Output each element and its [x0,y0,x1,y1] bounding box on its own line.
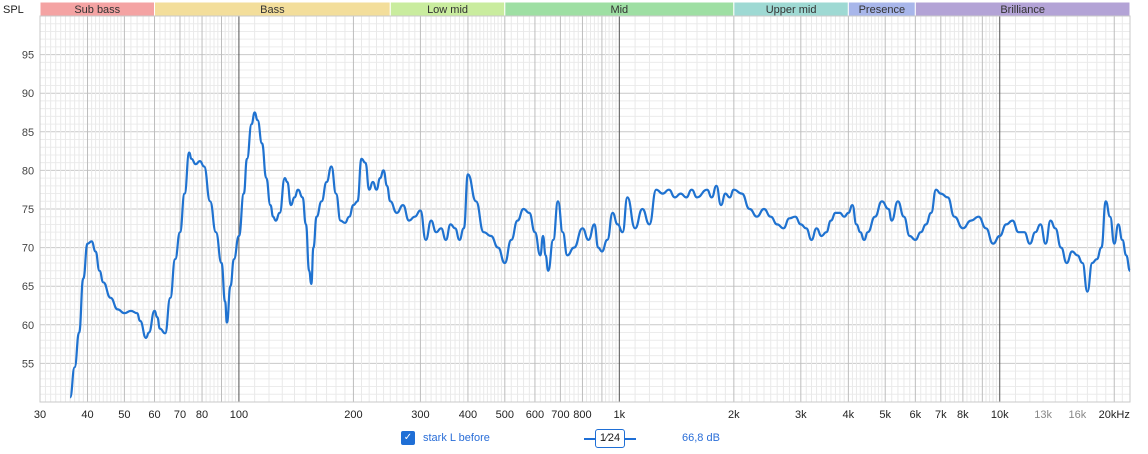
band-label: Brilliance [1000,4,1045,16]
grid [39,15,1131,403]
x-tick-label: 30 [34,409,46,421]
chart-footer: ✓ stark L before 1⁄24 66,8 dB [0,426,1148,450]
x-tick-label: 300 [411,409,429,421]
x-tick-label: 16k [1069,409,1087,421]
x-tick-label: 6k [910,409,922,421]
legend-item-series[interactable]: ✓ stark L before [401,430,490,446]
y-tick-label: 60 [22,320,34,332]
y-axis-ticks: 55 60 65 70 75 80 85 90 95 [22,50,34,371]
x-tick-label: 8k [957,409,969,421]
smoothing-control[interactable]: 1⁄24 [584,429,636,448]
x-tick-label: 2k [728,409,740,421]
band-label: Sub bass [74,4,120,16]
y-tick-label: 90 [22,88,34,100]
x-tick-label: 13k [1034,409,1052,421]
x-tick-label: 70 [174,409,186,421]
x-tick-label: 700 [551,409,569,421]
x-tick-label: 50 [118,409,130,421]
x-tick-label: 500 [496,409,514,421]
level-readout: 66,8 dB [682,432,720,444]
x-tick-label: 200 [344,409,362,421]
band-label: Upper mid [766,4,817,16]
x-tick-label: 5k [879,409,891,421]
y-axis-label: SPL [3,4,24,16]
x-tick-label: 10k [991,409,1009,421]
x-tick-label: 1k [614,409,626,421]
x-tick-label: 800 [573,409,591,421]
x-tick-label: 60 [148,409,160,421]
y-tick-label: 75 [22,204,34,216]
band-label: Bass [260,4,285,16]
band-label: Mid [610,4,628,16]
legend-label: stark L before [423,432,490,444]
y-tick-label: 65 [22,281,34,293]
x-tick-label: 3k [795,409,807,421]
x-axis-ticks: 30 40 50 60 70 80 100 200 300 400 500 600 700 800 1k 2k… [34,409,1130,421]
x-tick-label: 400 [459,409,477,421]
x-tick-label: 80 [196,409,208,421]
y-tick-label: 95 [22,50,34,62]
y-tick-label: 80 [22,165,34,177]
band-label: Low mid [427,4,468,16]
x-tick-label: 7k [935,409,947,421]
frequency-response-chart: Sub bass Bass Low mid Mid Upper mid Presence B… [3,1,1132,421]
y-tick-label: 55 [22,358,34,370]
x-tick-label: 100 [230,409,248,421]
x-tick-label: 40 [81,409,93,421]
band-label: Presence [859,4,905,16]
x-tick-label: 20kHz [1099,409,1130,421]
y-tick-label: 85 [22,127,34,139]
y-tick-label: 70 [22,243,34,255]
checkbox-checked-icon[interactable]: ✓ [401,431,415,445]
x-tick-label: 600 [526,409,544,421]
smoothing-value[interactable]: 1⁄24 [595,429,625,448]
x-tick-label: 4k [843,409,855,421]
frequency-bands: Sub bass Bass Low mid Mid Upper mid Presence B… [39,1,1131,17]
